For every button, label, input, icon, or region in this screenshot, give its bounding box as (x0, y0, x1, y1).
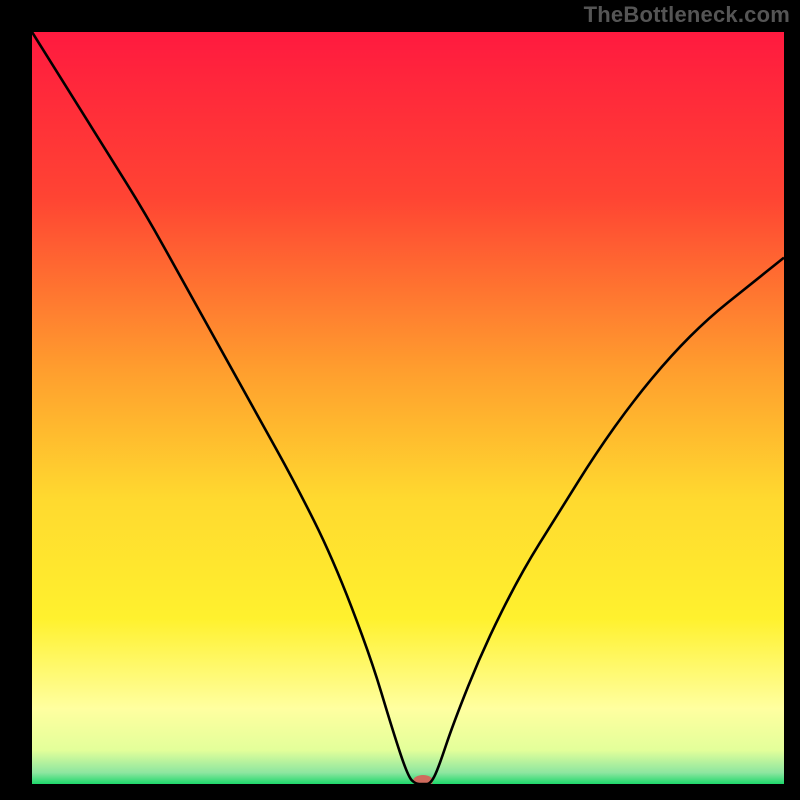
chart-frame: TheBottleneck.com (0, 0, 800, 800)
bottleneck-chart-svg (32, 32, 784, 784)
watermark-label: TheBottleneck.com (584, 2, 790, 28)
gradient-background (32, 32, 784, 784)
plot-area (32, 32, 784, 784)
